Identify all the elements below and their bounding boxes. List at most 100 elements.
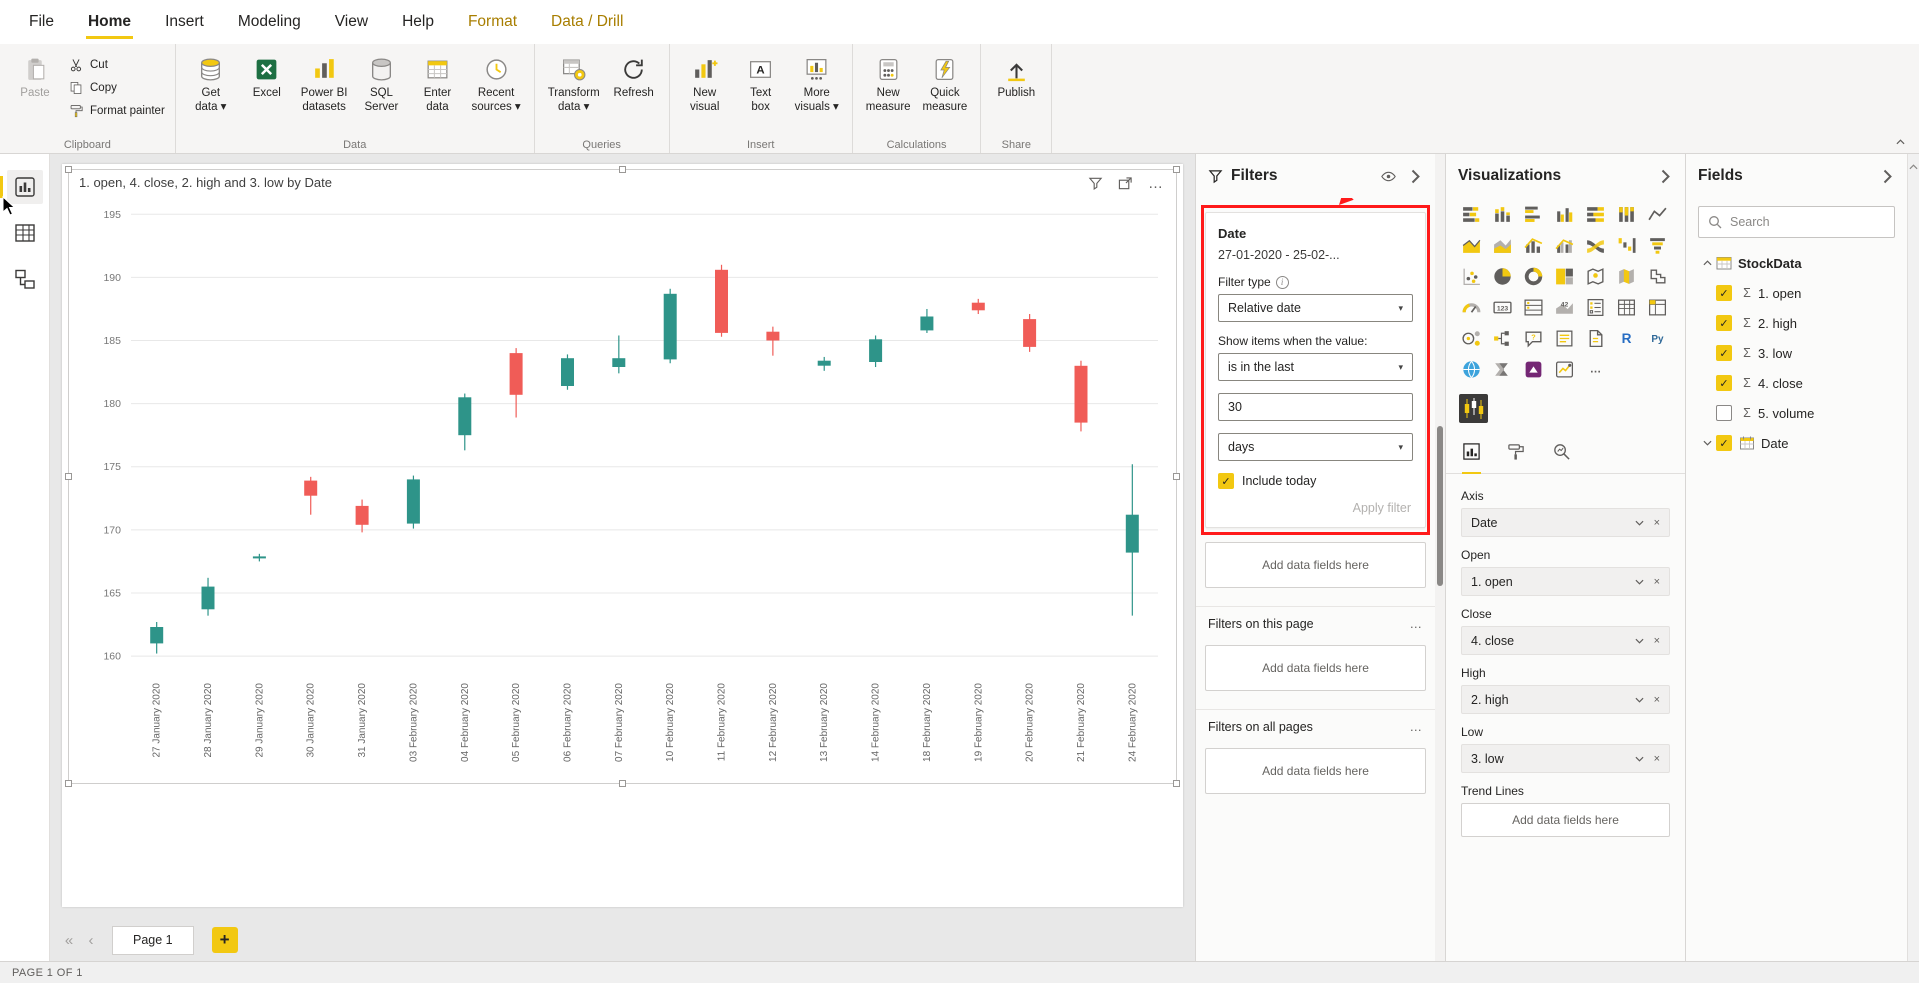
window-scrollbar[interactable] [1907, 154, 1919, 961]
filter-condition-select[interactable]: is in the last▾ [1218, 353, 1413, 381]
resize-handle[interactable] [65, 473, 72, 480]
format-painter-button[interactable]: Format painter [68, 103, 165, 119]
field-checkbox-4-close[interactable]: ✓ [1716, 375, 1732, 391]
resize-handle[interactable] [65, 166, 72, 173]
sidebar-model-view-icon[interactable] [7, 262, 43, 296]
visual-type-decomposition-tree[interactable] [1490, 326, 1515, 351]
paste-button[interactable]: Paste [8, 49, 62, 103]
more-visuals-button[interactable]: More visuals ▾ [790, 49, 844, 116]
date-filter-card[interactable]: Date 27-01-2020 - 25-02-... Filter type … [1205, 212, 1426, 528]
add-filter-field-dropzone[interactable]: Add data fields here [1205, 542, 1426, 588]
tab-format[interactable] [1507, 442, 1526, 473]
visual-type-pie[interactable] [1490, 264, 1515, 289]
visual-type-card[interactable]: 123 [1490, 295, 1515, 320]
remove-field-icon[interactable]: × [1654, 635, 1660, 647]
chevron-down-icon[interactable] [1635, 756, 1644, 762]
visual-type-multirow-card[interactable] [1521, 295, 1546, 320]
filters-visibility-eye-icon[interactable] [1381, 169, 1396, 184]
filters-scrollbar[interactable] [1435, 154, 1445, 961]
field-checkbox-5-volume[interactable] [1716, 405, 1732, 421]
visual-type-paginated-report[interactable] [1583, 326, 1608, 351]
field-checkbox-2-high[interactable]: ✓ [1716, 315, 1732, 331]
sidebar-data-view-icon[interactable] [7, 216, 43, 250]
resize-handle[interactable] [619, 166, 626, 173]
quick-measure-button[interactable]: Quick measure [918, 49, 973, 116]
more-options-icon[interactable]: … [1148, 179, 1164, 189]
visual-type-ribbon[interactable] [1583, 233, 1608, 258]
page-tab[interactable]: Page 1 [112, 926, 194, 955]
recent-sources-button[interactable]: Recent sources ▾ [466, 49, 525, 116]
filter-type-select[interactable]: Relative date▾ [1218, 294, 1413, 322]
menu-tab-view[interactable]: View [318, 0, 385, 44]
visual-filter-icon[interactable] [1088, 176, 1103, 191]
visual-type-clustered-bar[interactable] [1521, 202, 1546, 227]
new-page-button[interactable]: + [212, 927, 238, 953]
add-report-filter-dropzone[interactable]: Add data fields here [1205, 748, 1426, 794]
visual-type-r-script[interactable]: R [1614, 326, 1639, 351]
field-row-3-low[interactable]: ✓Σ3. low [1686, 338, 1907, 368]
fields-table-stockdata[interactable]: StockData [1686, 248, 1907, 278]
sidebar-report-view-icon[interactable] [7, 170, 43, 204]
refresh-button[interactable]: Refresh [607, 49, 661, 103]
menu-tab-help[interactable]: Help [385, 0, 451, 44]
report-canvas[interactable]: 1. open, 4. close, 2. high and 3. low by… [50, 154, 1195, 919]
menu-tab-modeling[interactable]: Modeling [221, 0, 318, 44]
visual-type-slicer[interactable] [1583, 295, 1608, 320]
visual-type-arcgis[interactable] [1459, 357, 1484, 382]
copy-button[interactable]: Copy [68, 80, 165, 96]
visual-type-stacked-column[interactable] [1490, 202, 1515, 227]
field-row-5-volume[interactable]: Σ5. volume [1686, 398, 1907, 428]
scrollbar-thumb[interactable] [1437, 426, 1443, 586]
chevron-down-icon[interactable] [1635, 579, 1644, 585]
more-options-icon[interactable]: … [1410, 720, 1424, 734]
visual-type-power-automate[interactable] [1490, 357, 1515, 382]
field-chip-2-high[interactable]: 2. high× [1461, 685, 1670, 714]
field-chip-date[interactable]: Date× [1461, 508, 1670, 537]
visual-type-table[interactable] [1614, 295, 1639, 320]
chevron-down-icon[interactable] [1635, 638, 1644, 644]
visual-type-metrics[interactable] [1552, 357, 1577, 382]
get-data-button[interactable]: Get data ▾ [184, 49, 238, 116]
field-chip-4-close[interactable]: 4. close× [1461, 626, 1670, 655]
sql-server-button[interactable]: SQL Server [354, 49, 408, 116]
excel-button[interactable]: Excel [240, 49, 294, 103]
apply-filter-button[interactable]: Apply filter [1218, 493, 1413, 517]
visual-type-line-clustered-column[interactable] [1552, 233, 1577, 258]
cut-button[interactable]: Cut [68, 57, 165, 73]
transform-data-button[interactable]: Transform data ▾ [543, 49, 605, 116]
report-page[interactable]: 1. open, 4. close, 2. high and 3. low by… [62, 164, 1183, 907]
fields-collapse-icon[interactable] [1880, 169, 1895, 184]
visual-type-qa[interactable]: ? [1521, 326, 1546, 351]
tab-fields[interactable] [1462, 442, 1481, 473]
visual-type-ellipsis[interactable]: … [1583, 357, 1608, 382]
visual-type-hundred-column[interactable] [1614, 202, 1639, 227]
menu-tab-insert[interactable]: Insert [148, 0, 221, 44]
previous-page-arrow-icon[interactable]: ‹ [82, 932, 100, 949]
resize-handle[interactable] [1173, 166, 1180, 173]
visual-type-line-stacked-column[interactable] [1521, 233, 1546, 258]
field-row-date[interactable]: ✓Date [1686, 428, 1907, 458]
visual-type-power-apps[interactable] [1521, 357, 1546, 382]
remove-field-icon[interactable]: × [1654, 517, 1660, 529]
scroll-up-icon[interactable] [1909, 157, 1918, 175]
menu-tab-format[interactable]: Format [451, 0, 534, 44]
empty-well-dropzone-trend-lines[interactable]: Add data fields here [1461, 803, 1670, 837]
visual-type-gauge[interactable] [1459, 295, 1484, 320]
new-visual-button[interactable]: New visual [678, 49, 732, 116]
visual-type-stacked-area[interactable] [1490, 233, 1515, 258]
visual-type-map[interactable] [1583, 264, 1608, 289]
first-page-arrow-icon[interactable]: « [60, 932, 78, 949]
visual-type-hundred-bar[interactable] [1583, 202, 1608, 227]
resize-handle[interactable] [1173, 780, 1180, 787]
field-checkbox-1-open[interactable]: ✓ [1716, 285, 1732, 301]
menu-tab-home[interactable]: Home [71, 0, 148, 44]
visual-type-waterfall[interactable] [1614, 233, 1639, 258]
field-checkbox-date[interactable]: ✓ [1716, 435, 1732, 451]
visual-type-treemap[interactable] [1552, 264, 1577, 289]
include-today-checkbox[interactable]: ✓ [1218, 473, 1234, 489]
visual-type-area[interactable] [1459, 233, 1484, 258]
visual-type-funnel[interactable] [1645, 233, 1670, 258]
visual-type-candlestick-selected[interactable] [1459, 410, 1488, 427]
visual-type-matrix[interactable] [1645, 295, 1670, 320]
visual-type-donut[interactable] [1521, 264, 1546, 289]
